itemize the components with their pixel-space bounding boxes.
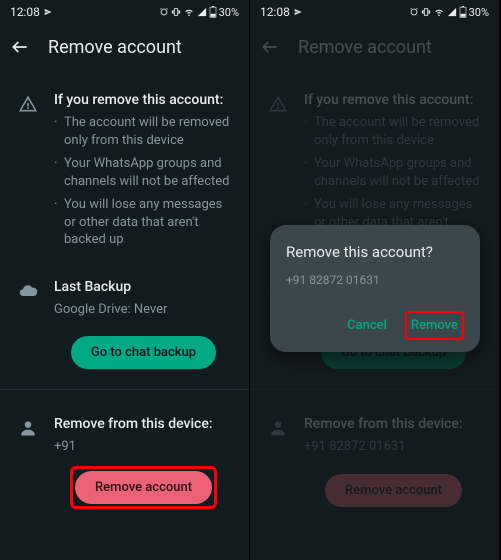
highlight-remove-button: Remove account bbox=[70, 466, 217, 509]
app-bar: Remove account bbox=[250, 24, 499, 70]
remove-phone: +91 bbox=[54, 438, 233, 456]
remove-account-button[interactable]: Remove account bbox=[75, 471, 212, 504]
main-content: If you remove this account: The account … bbox=[0, 70, 249, 521]
alarm-icon bbox=[159, 7, 169, 17]
confirm-remove-button[interactable]: Remove bbox=[409, 314, 460, 337]
remove-title: Remove from this device: bbox=[54, 416, 233, 432]
warning-list: The account will be removed only from th… bbox=[54, 114, 233, 249]
warning-bullet: Your WhatsApp groups and channels will n… bbox=[54, 155, 233, 190]
remove-section: Remove from this device: +91 Remove acco… bbox=[16, 398, 233, 521]
vibrate-icon bbox=[171, 7, 181, 17]
backup-section: Last Backup Google Drive: Never Go to ch… bbox=[16, 267, 233, 382]
alarm-icon bbox=[409, 7, 419, 17]
wifi-icon bbox=[183, 7, 195, 17]
screen-right: 12:08 30% bbox=[250, 0, 500, 560]
status-bar: 12:08 30% bbox=[250, 0, 499, 24]
wifi-icon bbox=[433, 7, 445, 17]
battery-percent: 30% bbox=[469, 6, 489, 19]
send-icon bbox=[44, 8, 52, 16]
backup-title: Last Backup bbox=[54, 279, 233, 295]
warning-section: If you remove this account: The account … bbox=[16, 80, 233, 267]
battery-percent: 30% bbox=[219, 6, 239, 19]
cancel-button[interactable]: Cancel bbox=[345, 314, 389, 337]
status-time: 12:08 bbox=[10, 5, 40, 19]
warning-bullet: Your WhatsApp groups and channels will n… bbox=[304, 155, 483, 190]
vibrate-icon bbox=[421, 7, 431, 17]
status-bar: 12:08 30% bbox=[0, 0, 249, 24]
divider bbox=[0, 389, 249, 390]
person-icon bbox=[266, 416, 290, 507]
battery-icon bbox=[459, 6, 467, 18]
page-title: Remove account bbox=[48, 37, 182, 58]
warning-bullet: The account will be removed only from th… bbox=[304, 114, 483, 149]
warning-title: If you remove this account: bbox=[304, 92, 483, 108]
remove-account-button: Remove account bbox=[325, 474, 462, 507]
back-icon[interactable] bbox=[10, 37, 30, 57]
send-icon bbox=[294, 8, 302, 16]
dialog-title: Remove this account? bbox=[286, 243, 464, 261]
warning-title: If you remove this account: bbox=[54, 92, 233, 108]
signal-icon bbox=[447, 7, 457, 17]
remove-section: Remove from this device: +91 82872 01631… bbox=[266, 398, 483, 519]
person-icon bbox=[16, 416, 40, 509]
back-icon bbox=[260, 37, 280, 57]
dialog-phone: +91 82872 01631 bbox=[286, 273, 464, 287]
warning-icon bbox=[16, 92, 40, 255]
page-title: Remove account bbox=[298, 37, 432, 58]
app-bar: Remove account bbox=[0, 24, 249, 70]
backup-subtitle: Google Drive: Never bbox=[54, 301, 233, 319]
remove-title: Remove from this device: bbox=[304, 416, 483, 432]
signal-icon bbox=[197, 7, 207, 17]
go-to-backup-button[interactable]: Go to chat backup bbox=[71, 336, 216, 369]
cloud-icon bbox=[16, 279, 40, 370]
battery-icon bbox=[209, 6, 217, 18]
remove-phone: +91 82872 01631 bbox=[304, 438, 483, 456]
divider bbox=[250, 389, 499, 390]
confirm-dialog: Remove this account? +91 82872 01631 Can… bbox=[270, 225, 480, 352]
warning-bullet: You will lose any messages or other data… bbox=[54, 196, 233, 249]
status-time: 12:08 bbox=[260, 5, 290, 19]
warning-bullet: The account will be removed only from th… bbox=[54, 114, 233, 149]
highlight-confirm-button: Remove bbox=[405, 311, 464, 340]
screen-left: 12:08 30% Rem bbox=[0, 0, 250, 560]
